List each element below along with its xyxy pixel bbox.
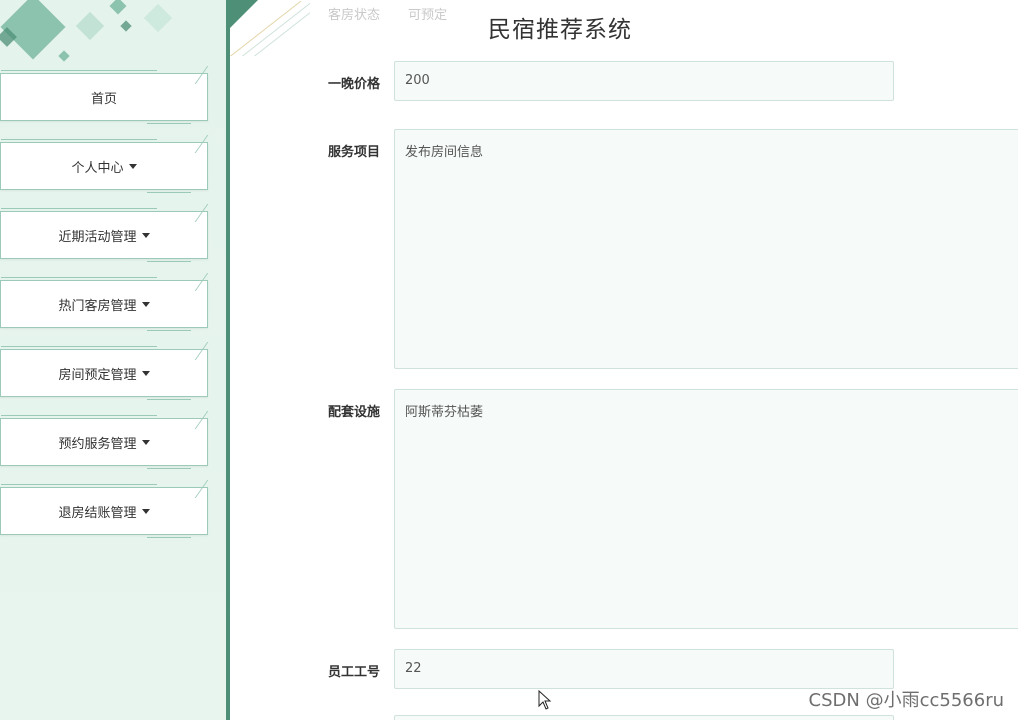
facilities-label: 配套设施 <box>328 405 381 420</box>
faded-label: 客房状态 <box>328 8 381 23</box>
sidebar-item-hot-rooms[interactable]: 热门客房管理 <box>0 273 220 331</box>
faded-header-row: 客房状态 可预定 <box>328 4 471 23</box>
decor-slash <box>194 135 220 153</box>
employee-id-input[interactable]: 22 <box>394 649 894 689</box>
services-label: 服务项目 <box>328 145 381 160</box>
sidebar-item-home[interactable]: 首页 <box>0 66 220 124</box>
sidebar-item-label: 房间预定管理 <box>58 367 137 383</box>
price-label: 一晚价格 <box>328 77 381 92</box>
sidebar-item-activities[interactable]: 近期活动管理 <box>0 204 220 262</box>
corner-triangle <box>230 0 258 28</box>
decor-square <box>120 20 132 32</box>
corner-decoration <box>230 0 310 56</box>
services-textarea[interactable]: 发布房间信息 <box>394 129 1018 369</box>
sidebar-item-room-booking[interactable]: 房间预定管理 <box>0 342 220 400</box>
faded-value: 可预定 <box>408 8 448 23</box>
decor-slash <box>194 204 220 222</box>
decor-square <box>109 0 127 15</box>
decor-slash <box>194 411 220 429</box>
sidebar-item-label: 近期活动管理 <box>58 229 137 245</box>
price-input[interactable]: 200 <box>394 61 894 101</box>
sidebar-item-label: 个人中心 <box>71 160 124 176</box>
mouse-cursor-icon <box>538 690 552 710</box>
caret-down-icon <box>141 301 150 307</box>
caret-down-icon <box>128 163 137 169</box>
sidebar-item-label: 首页 <box>90 91 117 107</box>
sidebar-item-checkout[interactable]: 退房结账管理 <box>0 480 220 538</box>
decor-slash <box>194 273 220 291</box>
watermark: CSDN @小雨cc5566ru <box>808 690 1004 711</box>
employee-id-label: 员工工号 <box>328 665 381 680</box>
decor-slash <box>194 342 220 360</box>
caret-down-icon <box>141 508 150 514</box>
facilities-textarea[interactable]: 阿斯蒂芬枯萎 <box>394 389 1018 629</box>
caret-down-icon <box>141 370 150 376</box>
sidebar-item-label: 预约服务管理 <box>58 436 137 452</box>
caret-down-icon <box>141 232 150 238</box>
sidebar-border <box>226 0 230 720</box>
next-field-input[interactable] <box>394 715 894 720</box>
decor-slash <box>194 480 220 498</box>
sidebar-item-label: 热门客房管理 <box>58 298 137 314</box>
decor-square <box>143 3 173 33</box>
decor-slash <box>194 66 220 84</box>
decor-square <box>58 50 70 62</box>
sidebar-item-personal-center[interactable]: 个人中心 <box>0 135 220 193</box>
sidebar-item-service-booking[interactable]: 预约服务管理 <box>0 411 220 469</box>
sidebar-item-label: 退房结账管理 <box>58 505 137 521</box>
page-title: 民宿推荐系统 <box>488 17 632 43</box>
sidebar: 首页 个人中心 近期活动管理 热门客房管理 房间预定管理 预约服务管理 退房结账… <box>0 0 226 720</box>
decor-square <box>75 11 105 41</box>
caret-down-icon <box>141 439 150 445</box>
